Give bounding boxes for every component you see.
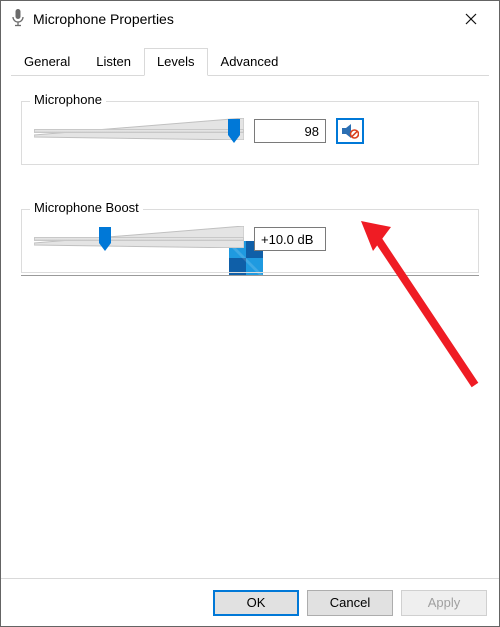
tab-content: Microphone 98: [11, 75, 489, 616]
close-icon: [465, 13, 477, 25]
tab-strip: General Listen Levels Advanced: [1, 37, 499, 75]
dialog-window: Microphone Properties General Listen Lev…: [0, 0, 500, 627]
microphone-slider[interactable]: [34, 116, 244, 146]
boost-slider[interactable]: [34, 224, 244, 254]
microphone-group: Microphone 98: [21, 101, 479, 165]
microphone-icon: [11, 9, 25, 30]
boost-slider-thumb[interactable]: [99, 227, 111, 251]
speaker-muted-icon: [341, 123, 359, 139]
divider: [21, 275, 479, 276]
dialog-footer: OK Cancel Apply: [1, 578, 499, 626]
boost-group: Microphone Boost +10.0 dB: [21, 209, 479, 273]
titlebar: Microphone Properties: [1, 1, 499, 37]
boost-label: Microphone Boost: [30, 200, 143, 215]
boost-value: +10.0 dB: [254, 227, 326, 251]
tab-levels[interactable]: Levels: [144, 48, 208, 76]
tab-listen[interactable]: Listen: [83, 48, 144, 76]
mute-button[interactable]: [336, 118, 364, 144]
close-button[interactable]: [449, 4, 493, 34]
tab-advanced[interactable]: Advanced: [208, 48, 292, 76]
apply-button[interactable]: Apply: [401, 590, 487, 616]
tab-general[interactable]: General: [11, 48, 83, 76]
cancel-button[interactable]: Cancel: [307, 590, 393, 616]
microphone-slider-thumb[interactable]: [228, 119, 240, 143]
microphone-label: Microphone: [30, 92, 106, 107]
window-title: Microphone Properties: [33, 11, 174, 27]
microphone-value: 98: [254, 119, 326, 143]
ok-button[interactable]: OK: [213, 590, 299, 616]
